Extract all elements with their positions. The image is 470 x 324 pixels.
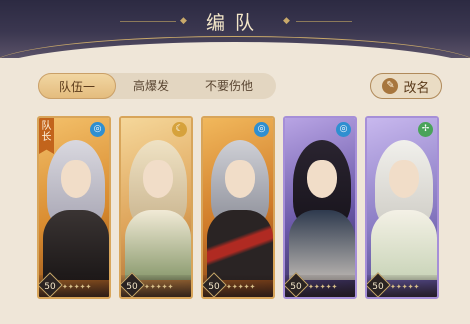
team-slot-3-card[interactable]: ◎ 50 ✦✦✦✦✦ [201, 116, 275, 299]
star-rating: ✦✦✦✦✦ [62, 283, 92, 291]
team-slot-4-card[interactable]: ◎ 50 ✦✦✦✦✦ [283, 116, 357, 299]
team-slot-1-card[interactable]: 队长 ◎ 50 ✦✦✦✦✦ [37, 116, 111, 299]
character-robe [371, 210, 437, 280]
team-slot-5-card[interactable]: ✢ 50 ✦✦✦✦✦ [365, 116, 439, 299]
tab-dont-hurt-him[interactable]: 不要伤他 [186, 73, 272, 99]
card-level: 50 [44, 282, 56, 292]
card-level: 50 [126, 282, 138, 292]
tab-high-burst[interactable]: 高爆发 [116, 73, 186, 99]
card-level: 50 [372, 282, 384, 292]
title-divider-right [296, 21, 352, 22]
character-robe [125, 210, 191, 280]
character-face [61, 160, 91, 198]
captain-badge: 队长 [39, 118, 54, 154]
character-robe [289, 210, 355, 280]
team-tab-bar: 队伍一 高爆发 不要伤他 [38, 73, 276, 99]
card-level: 50 [290, 282, 302, 292]
title-diamond-right-icon: ◆ [283, 16, 290, 26]
star-rating: ✦✦✦✦✦ [144, 283, 174, 291]
team-slot-2-card[interactable]: ☾ 50 ✦✦✦✦✦ [119, 116, 193, 299]
water-swirl-icon: ◎ [254, 122, 269, 137]
star-rating: ✦✦✦✦✦ [308, 283, 338, 291]
rename-button[interactable]: ✎ 改名 [370, 73, 442, 99]
water-swirl-icon: ◎ [90, 122, 105, 137]
water-swirl-icon: ◎ [336, 122, 351, 137]
character-face [389, 160, 419, 198]
moon-icon: ☾ [172, 122, 187, 137]
page-title: 编队 [205, 12, 264, 34]
character-face [143, 160, 173, 198]
character-face [307, 160, 337, 198]
star-rating: ✦✦✦✦✦ [390, 283, 420, 291]
pen-icon: ✎ [382, 78, 399, 94]
star-rating: ✦✦✦✦✦ [226, 283, 256, 291]
character-robe [207, 210, 273, 280]
leaf-icon: ✢ [418, 122, 433, 137]
card-level: 50 [208, 282, 220, 292]
character-robe [43, 210, 109, 280]
character-face [225, 160, 255, 198]
tab-team-one[interactable]: 队伍一 [38, 73, 116, 99]
rename-label: 改名 [403, 80, 430, 96]
